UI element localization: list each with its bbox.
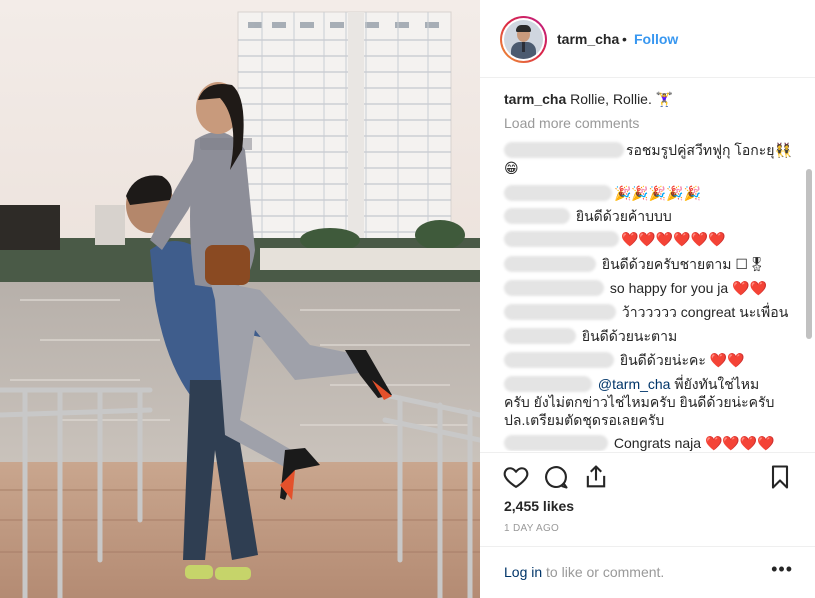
header-username[interactable]: tarm_cha	[557, 31, 619, 47]
comment: ยินดีด้วยครับชายตาม ☐🎖	[504, 255, 766, 273]
comments-list[interactable]: tarm_cha Rollie, Rollie. 🏋️‍♀️ Load more…	[480, 79, 815, 451]
comment: ยินดีด้วยนะตาม	[504, 327, 677, 345]
share-icon[interactable]	[582, 463, 610, 491]
comment: @tarm_cha พี่ยังทันใช่ไหม	[504, 375, 759, 393]
post-timestamp[interactable]: 1 DAY AGO	[504, 523, 559, 534]
header-separator: •	[622, 31, 627, 47]
action-bar	[480, 460, 815, 494]
photo-couple-by-river	[0, 0, 480, 598]
comment: ❤️❤️❤️❤️❤️❤️	[504, 230, 726, 248]
bookmark-icon[interactable]	[766, 463, 794, 491]
login-link[interactable]: Log in	[504, 564, 542, 580]
blurred-username	[504, 231, 619, 247]
blurred-username	[504, 352, 614, 368]
likes-count[interactable]: 2,455 likes	[504, 498, 574, 514]
login-footer: Log in to like or comment. •••	[480, 546, 815, 598]
blurred-username	[504, 304, 616, 320]
avatar[interactable]	[500, 16, 547, 63]
blurred-username	[504, 376, 592, 392]
comment: ยินดีด้วยน่ะคะ ❤️❤️	[504, 351, 745, 369]
comment-continued: 😁	[504, 160, 519, 176]
login-prompt: Log in to like or comment.	[504, 564, 665, 580]
divider	[480, 452, 815, 453]
more-options-icon[interactable]: •••	[771, 559, 793, 580]
comment: so happy for you ja ❤️❤️	[504, 279, 767, 297]
mention-link[interactable]: @tarm_cha	[598, 376, 671, 392]
comment: 🎉🎉🎉🎉🎉	[504, 184, 701, 202]
comment: Congrats naja ❤️❤️❤️❤️	[504, 434, 775, 451]
blurred-username	[504, 256, 596, 272]
blurred-username	[504, 185, 612, 201]
blurred-username	[504, 142, 624, 158]
blurred-username	[504, 328, 576, 344]
blurred-username	[504, 435, 608, 451]
scrollbar-thumb[interactable]	[806, 169, 812, 339]
comment-continued: ครับ ยังไม่ตกข่าวไช่ไหมครับ ยินดีด้วยน่ะ…	[504, 394, 775, 410]
load-more-comments-button[interactable]: Load more comments	[504, 115, 639, 131]
caption-text: Rollie, Rollie. 🏋️‍♀️	[570, 91, 674, 107]
avatar-image	[504, 20, 543, 59]
post-header: tarm_cha • Follow	[480, 0, 815, 78]
comment: รอชมรูปคู่สวีทฟูกุ โอกะยุ👯	[504, 141, 792, 159]
blurred-username	[504, 280, 604, 296]
caption-username[interactable]: tarm_cha	[504, 91, 566, 107]
follow-button[interactable]: Follow	[634, 31, 678, 47]
caption: tarm_cha Rollie, Rollie. 🏋️‍♀️	[504, 90, 673, 108]
comment: ว้าววววว congreat นะเพื่อน	[504, 303, 788, 321]
comment: ยินดีด้วยค้าบบบ	[504, 207, 672, 225]
comment-continued: ปล.เตรียมตัดชุดรอเลยครับ	[504, 412, 665, 428]
heart-icon[interactable]	[502, 463, 530, 491]
blurred-username	[504, 208, 570, 224]
comment-icon[interactable]	[542, 463, 570, 491]
post-photo[interactable]	[0, 0, 480, 598]
post-panel: tarm_cha • Follow tarm_cha Rollie, Rolli…	[480, 0, 815, 598]
